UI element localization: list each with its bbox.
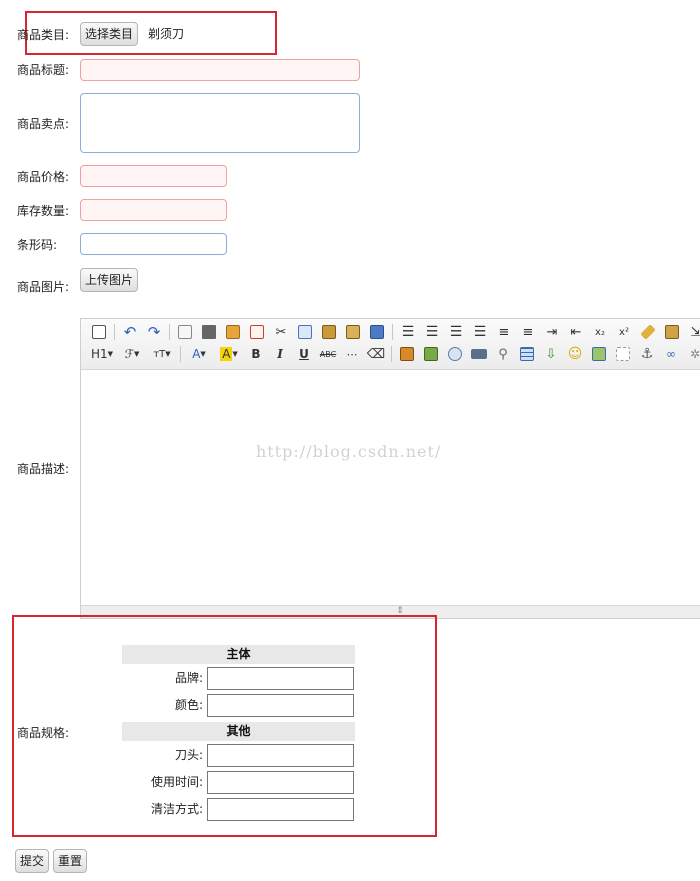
heading-dropdown[interactable]: H1 ▼ [87, 344, 117, 364]
stock-input[interactable] [80, 199, 227, 221]
category-value: 剃须刀 [148, 27, 185, 41]
redo-icon[interactable]: ↷ [142, 322, 166, 342]
font-size-dropdown[interactable]: тT ▼ [147, 344, 177, 364]
barcode-label: 条形码: [17, 238, 58, 252]
eraser-icon[interactable]: ⌫ [364, 344, 388, 364]
source-icon[interactable] [87, 322, 111, 342]
align-right-icon[interactable]: ☰ [444, 322, 468, 342]
editor-content-area[interactable]: http://blog.csdn.net/ [81, 370, 700, 606]
price-input[interactable] [80, 165, 227, 187]
unordered-list-icon[interactable]: ≡ [516, 322, 540, 342]
chevron-down-icon: ▼ [107, 350, 114, 358]
toolbar-separator [392, 324, 393, 340]
superscript-icon[interactable]: x² [612, 322, 636, 342]
chevron-down-icon: ▼ [200, 350, 206, 358]
sellpoint-label: 商品卖点: [17, 117, 70, 131]
chevron-down-icon: ▼ [232, 350, 238, 358]
upload-image-button[interactable]: 上传图片 [80, 268, 139, 292]
spec-param-input[interactable] [207, 798, 354, 821]
spec-param-label: 清洁方式: [150, 802, 203, 816]
select-all-icon[interactable]: ⇲ [684, 322, 700, 342]
desc-label: 商品描述: [17, 462, 70, 476]
stock-label: 库存数量: [17, 204, 70, 218]
format-brush-icon[interactable] [660, 322, 684, 342]
insert-row-icon[interactable]: ⇩ [539, 344, 563, 364]
select-category-button[interactable]: 选择类目 [80, 22, 139, 46]
sellpoint-textarea[interactable] [80, 93, 360, 153]
image-label: 商品图片: [17, 280, 70, 294]
underline-icon[interactable]: U [292, 344, 316, 364]
editor-toolbar: ↶ ↷ ✂ ☰ ☰ ☰ ☰ ≡ ≡ ⇥ ⇤ x₂ x² ⇲ H1 ▼ ℱ ▼ т… [81, 319, 700, 370]
multi-image-icon[interactable] [419, 344, 443, 364]
title-input[interactable] [80, 59, 360, 81]
heading-text: H1 [90, 347, 108, 361]
watermark-text: http://blog.csdn.net/ [256, 442, 442, 461]
toolbar-row-2: H1 ▼ ℱ ▼ тT ▼ A ▼ A ▼ B I U ABC ⋯ ⌫ ⚲ ⇩ ☺ ⚓ ∞ [87, 343, 700, 365]
rich-text-editor: ↶ ↷ ✂ ☰ ☰ ☰ ☰ ≡ ≡ ⇥ ⇤ x₂ x² ⇲ H1 ▼ ℱ ▼ т… [80, 318, 700, 619]
font-family-dropdown[interactable]: ℱ ▼ [117, 344, 147, 364]
category-label: 商品类目: [17, 28, 70, 42]
page-break-icon[interactable] [611, 344, 635, 364]
title-label: 商品标题: [17, 63, 70, 77]
toolbar-separator [180, 346, 181, 362]
spec-param-label: 颜色: [174, 698, 203, 712]
emoticon-icon[interactable]: ☺ [563, 344, 587, 364]
spec-param-label: 品牌: [174, 671, 203, 685]
reset-button[interactable]: 重置 [53, 849, 88, 873]
attachment-icon[interactable]: ⚲ [491, 344, 515, 364]
align-left-icon[interactable]: ☰ [396, 322, 420, 342]
spec-param-input[interactable] [207, 771, 354, 794]
paste-icon[interactable] [317, 322, 341, 342]
strikethrough-icon[interactable]: ABC [316, 344, 340, 364]
subscript-icon[interactable]: x₂ [588, 322, 612, 342]
paste-text-icon[interactable] [341, 322, 365, 342]
outdent-icon[interactable]: ⇤ [564, 322, 588, 342]
flash-icon[interactable] [443, 344, 467, 364]
spec-group-header: 主体 [122, 645, 355, 664]
indent-icon[interactable]: ⇥ [540, 322, 564, 342]
horizontal-rule-icon[interactable]: ⋯ [340, 344, 364, 364]
cut-icon[interactable]: ✂ [269, 322, 293, 342]
undo-icon[interactable]: ↶ [118, 322, 142, 342]
spec-label: 商品规格: [17, 726, 70, 740]
anchor-icon[interactable]: ⚓ [635, 344, 659, 364]
image-frame-icon[interactable] [587, 344, 611, 364]
submit-button[interactable]: 提交 [15, 849, 50, 873]
toolbar-separator [391, 346, 392, 362]
barcode-input[interactable] [80, 233, 227, 255]
italic-icon[interactable]: I [268, 344, 292, 364]
spec-group-header: 其他 [122, 722, 355, 741]
paste-word-icon[interactable] [365, 322, 389, 342]
toolbar-row-1: ↶ ↷ ✂ ☰ ☰ ☰ ☰ ≡ ≡ ⇥ ⇤ x₂ x² ⇲ [87, 321, 700, 343]
spec-param-input[interactable] [207, 667, 354, 690]
clear-format-icon[interactable] [636, 322, 660, 342]
toolbar-separator [169, 324, 170, 340]
spec-param-input[interactable] [207, 694, 354, 717]
align-center-icon[interactable]: ☰ [420, 322, 444, 342]
spec-param-label: 刀头: [174, 748, 203, 762]
spec-param-input[interactable] [207, 744, 354, 767]
ordered-list-icon[interactable]: ≡ [492, 322, 516, 342]
bold-icon[interactable]: B [244, 344, 268, 364]
chevron-down-icon: ▼ [165, 350, 171, 358]
insert-image-icon[interactable] [395, 344, 419, 364]
spec-param-label: 使用时间: [150, 775, 203, 789]
chevron-down-icon: ▼ [134, 350, 140, 358]
print-icon[interactable] [197, 322, 221, 342]
highlight-color-dropdown[interactable]: A ▼ [214, 344, 244, 364]
align-justify-icon[interactable]: ☰ [468, 322, 492, 342]
copy-icon[interactable] [293, 322, 317, 342]
price-label: 商品价格: [17, 170, 70, 184]
toolbar-separator [114, 324, 115, 340]
table-icon[interactable] [515, 344, 539, 364]
media-icon[interactable] [467, 344, 491, 364]
unlink-icon[interactable]: ✲ [683, 344, 700, 364]
preview-icon[interactable] [173, 322, 197, 342]
code-icon[interactable] [245, 322, 269, 342]
template-icon[interactable] [221, 322, 245, 342]
link-icon[interactable]: ∞ [659, 344, 683, 364]
font-color-dropdown[interactable]: A ▼ [184, 344, 214, 364]
font-family-glyph: ℱ [124, 347, 135, 361]
font-size-glyph: тT [153, 348, 166, 360]
